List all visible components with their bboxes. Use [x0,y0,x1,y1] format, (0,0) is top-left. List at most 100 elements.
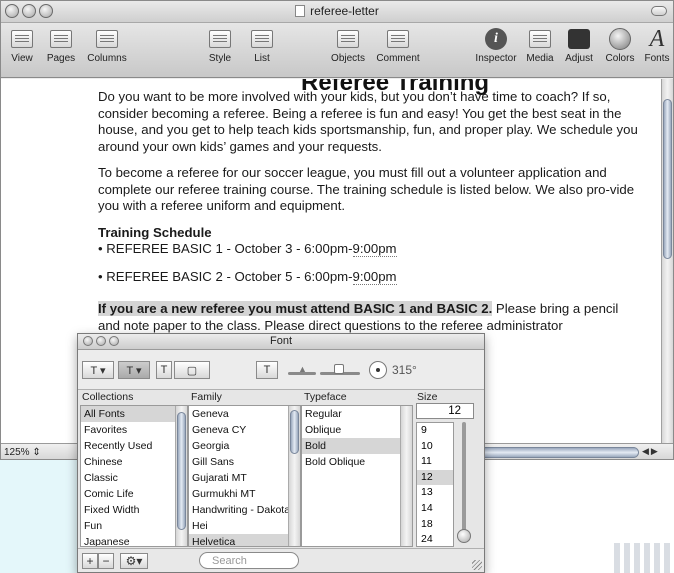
size-item[interactable]: 13 [417,485,453,501]
shadow-angle-value: 315° [392,363,417,377]
schedule-item-2: • REFEREE BASIC 2 - October 5 - 6:00pm-9… [98,269,638,286]
size-list[interactable]: 9 10 11 12 13 14 18 24 [416,422,454,547]
add-collection-button[interactable]: + [82,553,98,569]
size-slider-knob[interactable] [457,529,471,543]
schedule-item-1-end: 9:00pm [352,241,397,257]
fonts-icon: A [649,25,665,52]
style-button[interactable]: Style [205,27,235,64]
inspector-button[interactable]: i Inspector [471,27,521,64]
title-bar: referee-letter [1,1,673,23]
adjust-button[interactable]: Adjust [560,27,598,64]
underline-menu-button[interactable]: T ▾ [82,361,114,379]
fonts-button[interactable]: A Fonts [641,25,673,65]
pages-label: Pages [46,53,76,64]
family-item[interactable]: Geneva [189,406,300,422]
collection-item[interactable]: Fun [81,518,187,534]
paragraph-notice: If you are a new referee you must attend… [98,301,638,334]
list-button[interactable]: List [249,27,275,64]
typeface-list[interactable]: Regular Oblique Bold Bold Oblique [301,405,413,547]
font-panel-close-button[interactable] [83,336,93,346]
font-search-field[interactable]: Search [199,552,299,569]
selected-text[interactable]: If you are a new referee you must attend… [98,301,493,316]
strikethrough-menu-button[interactable]: T ▾ [118,361,150,379]
typeface-scrollbar[interactable] [400,406,412,546]
document-color-button[interactable]: ▢ [174,361,210,379]
style-label: Style [208,53,232,64]
collection-item[interactable]: Favorites [81,422,187,438]
collections-scroll-thumb[interactable] [177,412,186,530]
shadow-blur-knob[interactable] [334,364,344,374]
collection-item[interactable]: Recently Used [81,438,187,454]
collection-item[interactable]: Comic Life [81,486,187,502]
pages-button[interactable]: Pages [43,27,79,64]
family-item[interactable]: Gurmukhi MT [189,486,300,502]
typeface-item[interactable]: Regular [302,406,412,422]
collections-scrollbar[interactable] [175,406,187,546]
family-item[interactable]: Gujarati MT [189,470,300,486]
vertical-scrollbar[interactable] [661,79,673,443]
columns-icon [96,30,118,48]
collections-header: Collections [82,391,134,403]
remove-collection-button[interactable]: − [98,553,114,569]
size-item[interactable]: 24 [417,532,453,546]
page-nav-arrows[interactable]: ◀▶ [642,446,660,457]
family-item[interactable]: Gill Sans [189,454,300,470]
font-panel-minimize-button[interactable] [96,336,106,346]
colors-button[interactable]: Colors [601,27,639,64]
view-button[interactable]: View [7,27,37,64]
family-header: Family [191,391,222,403]
collection-item[interactable]: Japanese [81,534,187,546]
size-item[interactable]: 11 [417,454,453,470]
family-scroll-thumb[interactable] [290,410,299,454]
font-panel-title: Font [269,335,292,347]
zoom-select[interactable]: 125% ⇕ [4,447,41,458]
objects-icon [337,30,359,48]
typeface-item[interactable]: Bold [302,438,412,454]
size-item[interactable]: 12 [417,469,453,486]
size-slider[interactable] [462,422,466,542]
comment-button[interactable]: Comment [373,27,423,64]
gear-icon[interactable]: ⚙▾ [120,553,148,569]
size-item[interactable]: 10 [417,439,453,455]
list-icon [251,30,273,48]
font-panel-zoom-button[interactable] [109,336,119,346]
paragraph-icon [209,30,231,48]
family-item[interactable]: Georgia [189,438,300,454]
document-icon [295,5,306,17]
collection-item[interactable]: All Fonts [81,406,187,422]
horizontal-scroll-thumb[interactable] [479,447,639,458]
typeface-item[interactable]: Bold Oblique [302,454,412,470]
collection-item[interactable]: Fixed Width [81,502,187,518]
size-field[interactable]: 12 [416,403,474,419]
window-title: referee-letter [1,4,673,18]
size-item[interactable]: 14 [417,501,453,517]
font-panel-bottom-bar: + − ⚙▾ Search [78,548,484,572]
family-item[interactable]: Geneva CY [189,422,300,438]
text-color-button[interactable]: T [156,361,172,379]
comment-icon [387,30,409,48]
shadow-angle-dial[interactable] [369,361,387,379]
media-button[interactable]: Media [523,27,557,64]
info-icon: i [485,28,507,50]
vertical-scroll-thumb[interactable] [663,99,672,259]
family-item[interactable]: Handwriting - Dakota [189,502,300,518]
family-item[interactable]: Hei [189,518,300,534]
size-item[interactable]: 18 [417,517,453,533]
collection-item[interactable]: Chinese [81,454,187,470]
family-item[interactable]: Helvetica [189,534,300,546]
collections-list[interactable]: All Fonts Favorites Recently Used Chines… [80,405,188,547]
zoom-value: 125% [4,447,30,458]
size-item[interactable]: 9 [417,423,453,439]
schedule-item-2-end: 9:00pm [352,269,397,285]
family-list[interactable]: Geneva Geneva CY Georgia Gill Sans Gujar… [188,405,301,547]
collection-item[interactable]: Classic [81,470,187,486]
objects-button[interactable]: Objects [327,27,369,64]
font-panel-window-controls [83,336,119,346]
resize-handle[interactable] [472,560,482,570]
view-label: View [11,53,33,64]
text-shadow-button[interactable]: T [256,361,278,379]
toolbar-toggle-button[interactable] [651,6,667,16]
columns-button[interactable]: Columns [83,27,131,64]
typeface-item[interactable]: Oblique [302,422,412,438]
family-scrollbar[interactable] [288,406,300,546]
